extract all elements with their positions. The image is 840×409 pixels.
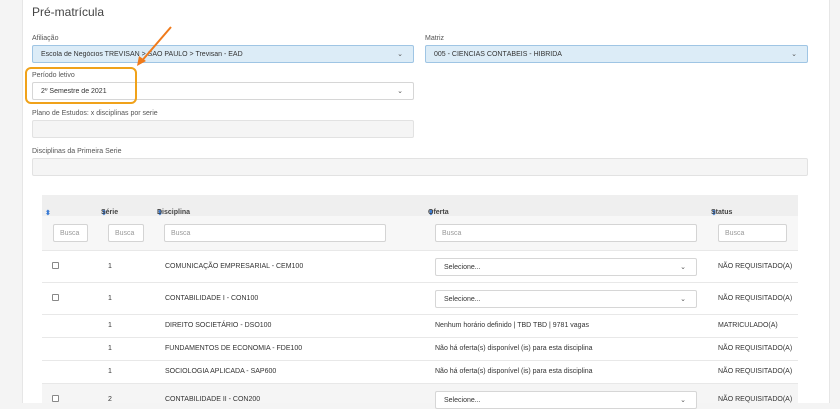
cell-disciplina: FUNDAMENTOS DE ECONOMIA - FDE100	[165, 345, 303, 352]
afiliacao-select[interactable]: Escola de Negócios TREVISAN > SÃO PAULO …	[32, 45, 414, 63]
cell-serie: 1	[108, 322, 112, 329]
cell-serie: 1	[108, 368, 112, 375]
cell-oferta: Nenhum horário definido | TBD TBD | 9781…	[435, 322, 589, 329]
cell-status: NÃO REQUISITADO(A)	[718, 368, 793, 375]
cell-serie: 2	[108, 396, 112, 403]
disciplinas-label: Disciplinas da Primeira Serie	[32, 148, 122, 155]
oferta-select[interactable]: Selecione... ⌄	[435, 290, 697, 308]
table-row: 1 DIREITO SOCIETÁRIO - DSO100 Nenhum hor…	[42, 314, 798, 337]
filter-input-disciplina[interactable]: Busca	[164, 224, 386, 242]
filter-input[interactable]: Busca	[53, 224, 88, 242]
cell-serie: 1	[108, 345, 112, 352]
cell-disciplina: COMUNICAÇÃO EMPRESARIAL - CEM100	[165, 263, 304, 270]
cell-serie: 1	[108, 263, 112, 270]
chevron-down-icon: ⌄	[791, 51, 797, 58]
annotation-arrow-icon	[137, 26, 172, 66]
chevron-down-icon: ⌄	[680, 264, 686, 271]
table-row: 1 SOCIOLOGIA APLICADA - SAP600 Não há of…	[42, 360, 798, 383]
cell-oferta: Não há oferta(s) disponível (is) para es…	[435, 368, 593, 375]
cell-disciplina: CONTABILIDADE I - CON100	[165, 295, 259, 302]
cell-status: NÃO REQUISITADO(A)	[718, 295, 793, 302]
filter-input-status[interactable]: Busca	[718, 224, 787, 242]
filter-row: Busca Busca Busca Busca Busca	[42, 216, 798, 250]
cell-serie: 1	[108, 295, 112, 302]
matriz-label: Matriz	[425, 35, 445, 42]
table-row: 2 CONTABILIDADE II - CON200 Selecione...…	[42, 383, 798, 409]
afiliacao-label: Afiliação	[32, 35, 59, 42]
cell-status: NÃO REQUISITADO(A)	[718, 396, 793, 403]
highlight-box	[25, 67, 137, 104]
plano-label: Plano de Estudos: x disciplinas por seri…	[32, 110, 158, 117]
table-header: ⬍ ⬍ Série ⬍ Disciplina ⬍ Oferta ⬍ Status	[42, 195, 798, 217]
cell-status: NÃO REQUISITADO(A)	[718, 345, 793, 352]
cell-disciplina: CONTABILIDADE II - CON200	[165, 396, 261, 403]
chevron-down-icon: ⌄	[397, 88, 403, 95]
filter-input-serie[interactable]: Busca	[108, 224, 144, 242]
oferta-select[interactable]: Selecione... ⌄	[435, 391, 697, 409]
cell-disciplina: DIREITO SOCIETÁRIO - DSO100	[165, 322, 272, 329]
row-checkbox[interactable]	[52, 262, 59, 269]
filter-input-oferta[interactable]: Busca	[435, 224, 697, 242]
row-checkbox[interactable]	[52, 395, 59, 402]
cell-disciplina: SOCIOLOGIA APLICADA - SAP600	[165, 368, 277, 375]
matriz-select[interactable]: 005 - CIÊNCIAS CONTÁBEIS - HÍBRIDA ⌄	[425, 45, 808, 63]
disciplinas-field	[32, 158, 808, 176]
cell-status: MATRICULADO(A)	[718, 322, 778, 329]
matriz-value: 005 - CIÊNCIAS CONTÁBEIS - HÍBRIDA	[434, 50, 562, 58]
chevron-down-icon: ⌄	[680, 296, 686, 303]
page-title: Pré-matrícula	[32, 5, 105, 19]
cell-oferta: Não há oferta(s) disponível (is) para es…	[435, 345, 593, 352]
table-row: 1 CONTABILIDADE I - CON100 Selecione... ⌄…	[42, 282, 798, 314]
table-row: 1 FUNDAMENTOS DE ECONOMIA - FDE100 Não h…	[42, 337, 798, 360]
cell-status: NÃO REQUISITADO(A)	[718, 263, 793, 270]
table-row: 1 COMUNICAÇÃO EMPRESARIAL - CEM100 Selec…	[42, 250, 798, 282]
chevron-down-icon: ⌄	[397, 51, 403, 58]
plano-field	[32, 120, 414, 138]
oferta-select[interactable]: Selecione... ⌄	[435, 258, 697, 276]
row-checkbox[interactable]	[52, 294, 59, 301]
afiliacao-value: Escola de Negócios TREVISAN > SÃO PAULO …	[41, 50, 243, 58]
